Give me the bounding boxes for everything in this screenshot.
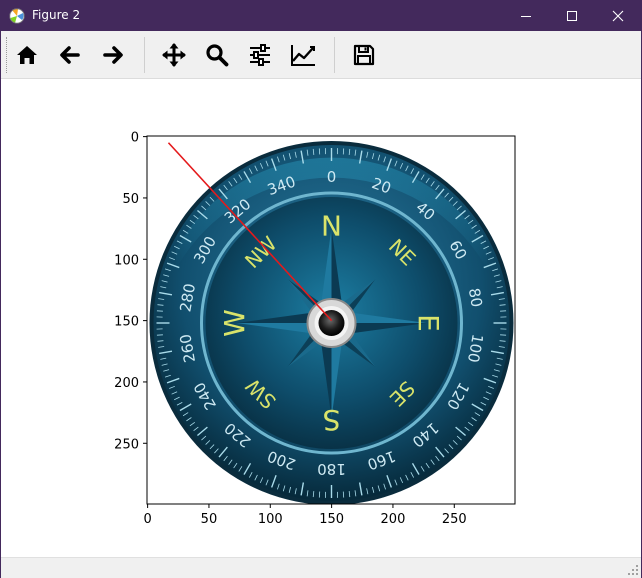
navigation-toolbar: [1, 31, 641, 79]
x-tick-label: 50: [201, 512, 218, 527]
toolbar-separator: [144, 37, 145, 73]
title-bar[interactable]: Figure 2: [1, 1, 641, 31]
x-tick-label: 150: [319, 512, 344, 527]
maximize-button[interactable]: [549, 1, 595, 31]
x-tick-label: 100: [258, 512, 283, 527]
maximize-icon: [567, 11, 577, 21]
cardinal-label: E: [412, 314, 445, 332]
arrow-left-icon: [60, 46, 80, 64]
subplots-button[interactable]: [244, 39, 276, 71]
close-button[interactable]: [595, 1, 641, 31]
cardinal-label: N: [321, 210, 342, 243]
x-axis: 0 50 100 150 200 250: [143, 504, 467, 527]
close-icon: [612, 10, 624, 22]
edit-axes-button[interactable]: [287, 39, 319, 71]
y-tick-label: 200: [114, 376, 139, 391]
matplotlib-logo-icon: [9, 8, 25, 24]
toolbar-separator: [334, 37, 335, 73]
floppy-disk-icon: [353, 44, 375, 66]
back-button[interactable]: [54, 39, 86, 71]
home-button[interactable]: [11, 39, 43, 71]
toolbar-grip[interactable]: [6, 37, 9, 73]
compass-image: 0 204060801001201401601802002202402602803…: [149, 141, 514, 504]
pan-button[interactable]: [158, 39, 190, 71]
minimize-button[interactable]: [503, 1, 549, 31]
degree-label: 0: [327, 168, 337, 186]
magnifier-icon: [206, 44, 229, 67]
y-tick-label: 50: [122, 192, 139, 207]
y-tick-label: 100: [114, 253, 139, 268]
status-bar: [1, 557, 641, 578]
x-tick-label: 0: [143, 512, 151, 527]
arrow-right-icon: [103, 46, 123, 64]
cardinal-label: S: [323, 404, 341, 437]
y-tick-label: 250: [114, 437, 139, 452]
cardinal-label: W: [218, 309, 251, 337]
save-button[interactable]: [348, 39, 380, 71]
y-axis: 0 50 100 150 200 250: [114, 131, 147, 452]
x-tick-label: 200: [381, 512, 406, 527]
resize-grip-icon[interactable]: [627, 564, 639, 576]
sliders-icon: [250, 44, 270, 66]
plot-svg: 0 204060801001201401601802002202402602803…: [114, 131, 516, 527]
window-title: Figure 2: [32, 8, 81, 22]
forward-button[interactable]: [97, 39, 129, 71]
x-tick-label: 250: [442, 512, 467, 527]
home-icon: [17, 46, 37, 64]
degree-label: 80: [465, 287, 486, 309]
figure-window: Figure 2 0 20 40 60 80 100 120 140 160 1…: [0, 0, 642, 578]
y-tick-label: 150: [114, 315, 139, 330]
figure-canvas[interactable]: 0 20 40 60 80 100 120 140 160 180 200 220 240 260 280 3…: [1, 79, 641, 557]
move-icon: [162, 43, 186, 67]
line-chart-icon: [291, 45, 315, 66]
minimize-icon: [521, 16, 531, 17]
degree-label: 180: [317, 460, 346, 478]
zoom-button[interactable]: [201, 39, 233, 71]
y-tick-label: 0: [131, 131, 139, 146]
